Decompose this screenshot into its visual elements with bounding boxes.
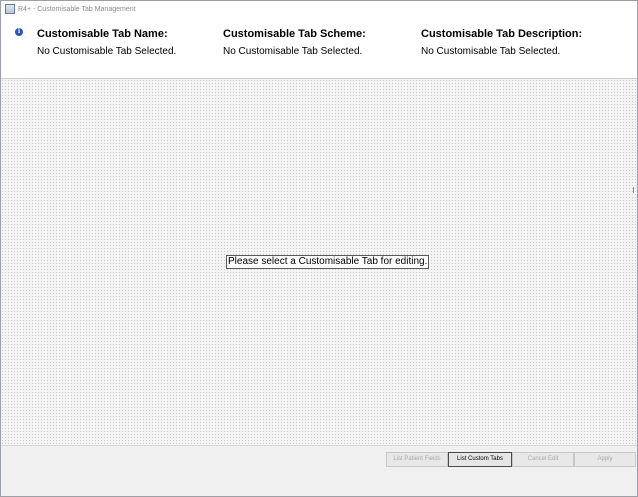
title-bar: R4+ - Customisable Tab Management xyxy=(1,1,637,17)
app-icon xyxy=(5,4,15,14)
tab-scheme-value: No Customisable Tab Selected. xyxy=(223,46,363,57)
resize-grip[interactable] xyxy=(633,187,637,193)
select-tab-message: Please select a Customisable Tab for edi… xyxy=(226,255,430,269)
tab-name-label: Customisable Tab Name: xyxy=(37,28,168,40)
apply-button[interactable]: Apply xyxy=(574,452,636,467)
list-custom-tabs-button[interactable]: List Custom Tabs xyxy=(448,452,512,467)
window-title: R4+ - Customisable Tab Management xyxy=(18,5,136,13)
tab-editor-canvas[interactable]: Please select a Customisable Tab for edi… xyxy=(1,79,637,446)
tab-description-label: Customisable Tab Description: xyxy=(421,28,583,40)
tab-info-header: i Customisable Tab Name: No Customisable… xyxy=(1,17,637,79)
footer-bar: List Patient Fields List Custom Tabs Can… xyxy=(1,446,637,496)
tab-name-section: Customisable Tab Name: No Customisable T… xyxy=(37,28,176,57)
info-icon: i xyxy=(15,28,23,36)
tab-scheme-label: Customisable Tab Scheme: xyxy=(223,28,366,40)
tab-description-value: No Customisable Tab Selected. xyxy=(421,46,561,57)
cancel-edit-button[interactable]: Cancel Edit xyxy=(512,452,574,467)
tab-description-section: Customisable Tab Description: No Customi… xyxy=(421,28,582,57)
tab-scheme-section: Customisable Tab Scheme: No Customisable… xyxy=(223,28,366,57)
list-patient-fields-button[interactable]: List Patient Fields xyxy=(386,452,448,467)
main-window: R4+ - Customisable Tab Management i Cust… xyxy=(0,0,638,497)
tab-name-value: No Customisable Tab Selected. xyxy=(37,46,177,57)
